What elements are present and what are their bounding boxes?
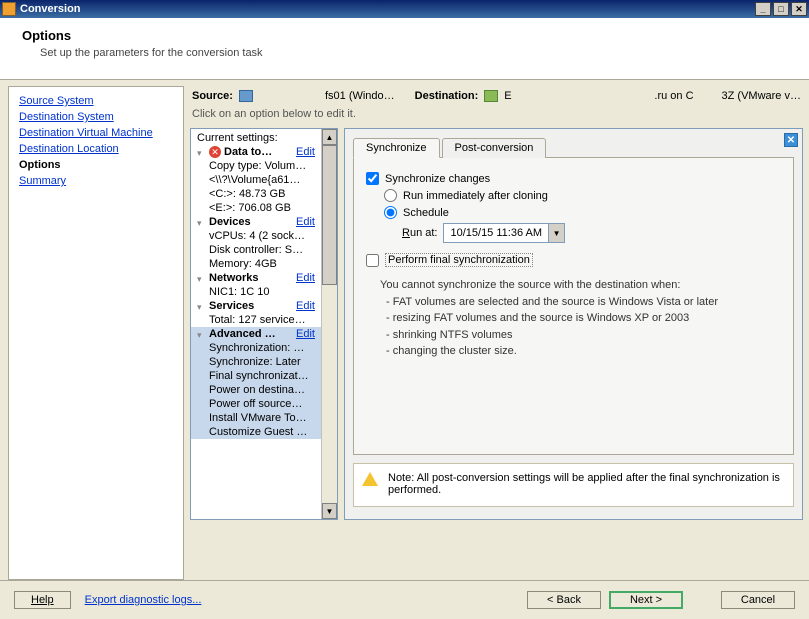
chevron-down-icon[interactable]: ▾ [197, 274, 206, 283]
checkbox-final-sync[interactable] [366, 254, 379, 267]
tab-body-synchronize: Synchronize changes Run immediately afte… [353, 157, 794, 455]
tree-item[interactable]: Synchronization: … [191, 341, 337, 355]
tree-item[interactable]: Install VMware To… [191, 411, 337, 425]
note-text: Note: All post-conversion settings will … [388, 472, 780, 496]
scroll-up-button[interactable]: ▲ [322, 129, 337, 145]
window-title: Conversion [20, 3, 753, 15]
wizard-footer: Help Export diagnostic logs... < Back Ne… [0, 580, 809, 619]
tree-item[interactable]: <E:>: 706.08 GB [191, 201, 337, 215]
sync-info-head: You cannot synchronize the source with t… [380, 277, 781, 294]
tree-group-advanced[interactable]: ▾ Advanced … Edit [191, 327, 337, 341]
page-title: Options [22, 28, 787, 43]
title-bar: Conversion _ □ ✕ [0, 0, 809, 18]
close-panel-button[interactable]: ✕ [784, 133, 798, 147]
back-button[interactable]: < Back [527, 591, 601, 609]
tab-synchronize[interactable]: Synchronize [353, 138, 440, 158]
nav-summary[interactable]: Summary [9, 173, 183, 189]
sync-info-item: resizing FAT volumes and the source is W… [386, 310, 781, 327]
chevron-down-icon[interactable]: ▾ [197, 218, 206, 227]
label-final-sync: Perform final synchronization [385, 253, 533, 267]
page-subtitle: Set up the parameters for the conversion… [40, 47, 787, 59]
error-icon: ✕ [209, 146, 221, 158]
tree-group-networks[interactable]: ▾ Networks Edit [191, 271, 337, 285]
tree-group-services[interactable]: ▾ Services Edit [191, 299, 337, 313]
destination-suffix: .ru on C [654, 90, 693, 102]
label-sync-changes: Synchronize changes [385, 173, 490, 185]
tab-post-conversion[interactable]: Post-conversion [442, 138, 547, 158]
detail-panel: ✕ Synchronize Post-conversion Synchroniz… [344, 128, 803, 520]
export-logs-link[interactable]: Export diagnostic logs... [85, 594, 202, 606]
chevron-down-icon[interactable]: ▾ [197, 330, 206, 339]
warning-icon [362, 472, 378, 486]
tree-item[interactable]: Power off source… [191, 397, 337, 411]
minimize-button[interactable]: _ [755, 2, 771, 16]
wizard-nav: Source System Destination System Destina… [8, 86, 184, 580]
destination-value: E [504, 90, 511, 102]
label-run-at: Run at: [402, 227, 437, 239]
cancel-button[interactable]: Cancel [721, 591, 795, 609]
sync-info-item: shrinking NTFS volumes [386, 327, 781, 344]
checkbox-sync-changes[interactable] [366, 172, 379, 185]
chevron-down-icon[interactable]: ▾ [197, 302, 206, 311]
label-schedule: Schedule [403, 207, 449, 219]
source-dest-line: Source: fs01 (Windo… Destination: E .ru … [190, 86, 803, 106]
tree-group-devices[interactable]: ▾ Devices Edit [191, 215, 337, 229]
instruction-text: Click on an option below to edit it. [190, 106, 803, 128]
tree-item[interactable]: Final synchronizat… [191, 369, 337, 383]
tree-item[interactable]: Memory: 4GB [191, 257, 337, 271]
source-label: Source: [192, 90, 233, 102]
tree-item[interactable]: Disk controller: S… [191, 243, 337, 257]
next-button[interactable]: Next > [609, 591, 683, 609]
nav-destination-system[interactable]: Destination System [9, 109, 183, 125]
destination-label: Destination: [415, 90, 479, 102]
tree-item[interactable]: Synchronize: Later [191, 355, 337, 369]
tree-item[interactable]: <C:>: 48.73 GB [191, 187, 337, 201]
radio-run-immediately[interactable] [384, 189, 397, 202]
tree-item[interactable]: Power on destina… [191, 383, 337, 397]
nav-options[interactable]: Options [9, 157, 183, 173]
settings-tree[interactable]: Current settings: ▾ ✕ Data to… Edit Copy… [190, 128, 338, 520]
app-icon [2, 2, 16, 16]
source-value: fs01 (Windo… [325, 90, 395, 102]
tree-item[interactable]: Total: 127 service… [191, 313, 337, 327]
close-button[interactable]: ✕ [791, 2, 807, 16]
combo-run-at-value: 10/15/15 11:36 AM [444, 227, 548, 239]
scroll-down-button[interactable]: ▼ [322, 503, 337, 519]
scroll-thumb[interactable] [322, 145, 337, 285]
label-run-immediately: Run immediately after cloning [403, 190, 548, 202]
destination-icon [484, 90, 498, 102]
source-icon [239, 90, 253, 102]
chevron-down-icon[interactable]: ▼ [548, 224, 564, 242]
tree-group-data[interactable]: ▾ ✕ Data to… Edit [191, 145, 337, 159]
combo-run-at[interactable]: 10/15/15 11:36 AM ▼ [443, 223, 565, 243]
radio-schedule[interactable] [384, 206, 397, 219]
nav-destination-location[interactable]: Destination Location [9, 141, 183, 157]
chevron-down-icon[interactable]: ▾ [197, 148, 206, 157]
tree-item[interactable]: vCPUs: 4 (2 sock… [191, 229, 337, 243]
tree-header: Current settings: [191, 131, 337, 145]
help-button[interactable]: Help [14, 591, 71, 609]
sync-info: You cannot synchronize the source with t… [380, 277, 781, 360]
destination-tail: 3Z (VMware v… [722, 90, 801, 102]
note-box: Note: All post-conversion settings will … [353, 463, 794, 507]
nav-destination-vm[interactable]: Destination Virtual Machine [9, 125, 183, 141]
tree-item[interactable]: NIC1: 1C 10 [191, 285, 337, 299]
tree-item[interactable]: Copy type: Volum… [191, 159, 337, 173]
maximize-button[interactable]: □ [773, 2, 789, 16]
tree-item[interactable]: Customize Guest … [191, 425, 337, 439]
tree-item[interactable]: <\\?\Volume{a61… [191, 173, 337, 187]
tree-scrollbar[interactable]: ▲ ▼ [321, 129, 337, 519]
sync-info-item: changing the cluster size. [386, 343, 781, 360]
nav-source-system[interactable]: Source System [9, 93, 183, 109]
wizard-header: Options Set up the parameters for the co… [0, 18, 809, 80]
sync-info-item: FAT volumes are selected and the source … [386, 294, 781, 311]
